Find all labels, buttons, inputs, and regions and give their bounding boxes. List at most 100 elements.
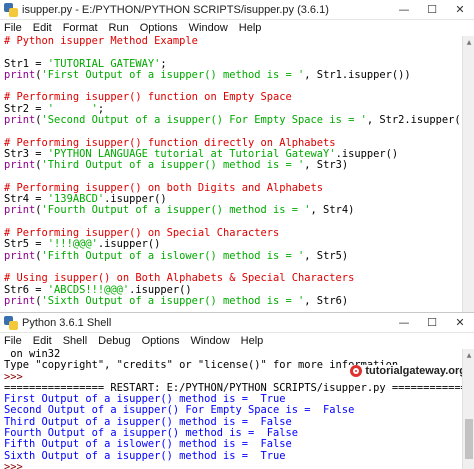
editor-token: ; <box>160 57 167 70</box>
shell-menu-edit[interactable]: Edit <box>33 333 52 349</box>
shell-token: Third Output of a isupper() method is = … <box>4 415 292 428</box>
editor-token: '!!!@@@' <box>47 238 98 251</box>
editor-token: ; <box>97 102 105 115</box>
editor-token: # Python isupper Method Example <box>4 36 198 47</box>
shell-title: Python 3.6.1 Shell <box>22 316 112 329</box>
shell-titlebar[interactable]: Python 3.6.1 Shell — ☐ ✕ <box>0 313 474 333</box>
editor-token: print <box>4 294 36 307</box>
scroll-up-icon[interactable]: ▲ <box>463 36 474 48</box>
editor-token: .isupper() <box>104 193 167 206</box>
editor-token: ' ' <box>47 102 98 115</box>
menu-format[interactable]: Format <box>63 20 98 36</box>
shell-token: Second Output of a isupper() For Empty S… <box>4 404 355 417</box>
editor-token: , Str4) <box>310 204 355 217</box>
editor-token: print <box>4 204 36 217</box>
shell-line: Sixth Output of a isupper() method is = … <box>4 449 462 462</box>
close-button[interactable]: ✕ <box>446 0 474 20</box>
menu-edit[interactable]: Edit <box>33 20 52 36</box>
shell-close-button[interactable]: ✕ <box>446 313 474 333</box>
shell-menu-window[interactable]: Window <box>191 333 230 349</box>
shell-token: ================ RESTART: E:/PYTHON/PYTH… <box>4 381 462 394</box>
editor-line: # Python isupper Method Example <box>4 36 462 47</box>
editor-token: # Performing isupper() function on Empty… <box>4 91 292 104</box>
editor-token: 'PYTHON LANGUAGE tutorial at Tutorial Ga… <box>47 147 336 160</box>
editor-token: Str6 = <box>4 283 48 296</box>
shell-token: >>> <box>4 370 30 383</box>
editor-token: , Str5) <box>304 249 349 262</box>
menu-run[interactable]: Run <box>109 20 129 36</box>
editor-token: print <box>4 68 36 81</box>
editor-token: .isupper() <box>335 147 399 160</box>
python-shell-icon <box>4 315 18 330</box>
editor-token: '139ABCD' <box>47 193 105 206</box>
editor-line: print('Fifth Output of a islower() metho… <box>4 249 462 262</box>
editor-token: Str1 = <box>4 57 48 70</box>
maximize-button[interactable]: ☐ <box>418 0 446 20</box>
tutorialgateway-logo-icon <box>350 365 363 377</box>
menu-options[interactable]: Options <box>140 20 178 36</box>
editor-token: print <box>4 249 36 262</box>
shell-token: Sixth Output of a isupper() method is = … <box>4 449 286 462</box>
editor-token: , Str3) <box>304 159 349 172</box>
shell-menu-file[interactable]: File <box>4 333 22 349</box>
editor-scrollbar[interactable]: ▲ <box>462 36 474 312</box>
code-editor[interactable]: # Python isupper Method Example Str1 = '… <box>0 36 462 312</box>
minimize-button[interactable]: — <box>390 0 418 20</box>
shell-line: >>> <box>4 460 462 469</box>
editor-token: # Performing isupper() on Special Charac… <box>4 227 280 240</box>
shell-window: Python 3.6.1 Shell — ☐ ✕ File Edit Shell… <box>0 312 474 469</box>
editor-token: print <box>4 159 36 172</box>
python-file-icon <box>4 2 18 17</box>
editor-token: 'TUTORIAL GATEWAY' <box>47 57 161 70</box>
editor-title: isupper.py - E:/PYTHON/PYTHON SCRIPTS/is… <box>22 3 329 16</box>
shell-token: Type "copyright", "credits" or "license(… <box>4 359 405 372</box>
watermark: tutorialgateway.org <box>348 365 468 377</box>
editor-line: print('Third Output of a isupper() metho… <box>4 160 462 171</box>
editor-menubar: File Edit Format Run Options Window Help <box>0 20 474 36</box>
editor-titlebar[interactable]: isupper.py - E:/PYTHON/PYTHON SCRIPTS/is… <box>0 0 474 20</box>
editor-line: print('Fourth Output of a isupper() meth… <box>4 205 462 216</box>
editor-token: 'Fourth Output of a isupper() method is … <box>41 204 311 217</box>
shell-scroll-thumb[interactable] <box>465 419 473 459</box>
editor-token: Str4 = <box>4 193 48 206</box>
editor-token: Str5 = <box>4 238 48 251</box>
shell-menu-shell[interactable]: Shell <box>63 333 87 349</box>
editor-token: # Using isupper() on Both Alphabets & Sp… <box>4 272 355 285</box>
shell-menu-options[interactable]: Options <box>142 333 180 349</box>
editor-window: isupper.py - E:/PYTHON/PYTHON SCRIPTS/is… <box>0 0 474 312</box>
editor-line: print('First Output of a isupper() metho… <box>4 68 462 81</box>
shell-minimize-button[interactable]: — <box>390 313 418 333</box>
editor-token: 'First Output of a isupper() method is =… <box>41 68 305 81</box>
editor-token: , Str2.isupper()) <box>366 114 462 127</box>
menu-window[interactable]: Window <box>189 20 228 36</box>
watermark-text: tutorialgateway.org <box>365 365 466 377</box>
shell-scroll-up-icon[interactable]: ▲ <box>463 349 474 361</box>
shell-scrollbar[interactable]: ▲ <box>462 349 474 469</box>
editor-token: print <box>4 114 36 127</box>
editor-token: 'Fifth Output of a islower() method is =… <box>41 249 305 262</box>
editor-token: Str3 = <box>4 147 48 160</box>
editor-token: Str2 = <box>4 102 48 115</box>
editor-token: , Str1.isupper()) <box>304 68 411 81</box>
editor-token: 'Sixth Output of a isupper() method is =… <box>41 294 305 307</box>
shell-token: >>> <box>4 460 30 469</box>
shell-token: Fourth Output of a isupper() method is =… <box>4 427 299 440</box>
shell-token: First Output of a isupper() method is = … <box>4 393 286 406</box>
editor-token: # Performing isupper() on both Digits an… <box>4 181 324 194</box>
editor-line: print('Second Output of a isupper() For … <box>4 114 462 127</box>
menu-help[interactable]: Help <box>239 20 262 36</box>
shell-maximize-button[interactable]: ☐ <box>418 313 446 333</box>
editor-token: .isupper() <box>129 283 192 296</box>
shell-menu-debug[interactable]: Debug <box>98 333 130 349</box>
editor-token: 'ABCDS!!!@@@' <box>47 283 130 296</box>
editor-token: , Str6) <box>304 294 349 307</box>
shell-menubar: File Edit Shell Debug Options Window Hel… <box>0 333 474 349</box>
editor-token: .isupper() <box>97 238 161 251</box>
menu-file[interactable]: File <box>4 20 22 36</box>
editor-token: # Performing isupper() function directly… <box>4 136 336 149</box>
editor-token: 'Third Output of a isupper() method is =… <box>41 159 305 172</box>
shell-menu-help[interactable]: Help <box>241 333 264 349</box>
editor-token: 'Second Output of a isupper() For Empty … <box>41 114 367 127</box>
shell-token: Fifth Output of a islower() method is = … <box>4 438 292 451</box>
editor-line: print('Sixth Output of a isupper() metho… <box>4 294 462 307</box>
